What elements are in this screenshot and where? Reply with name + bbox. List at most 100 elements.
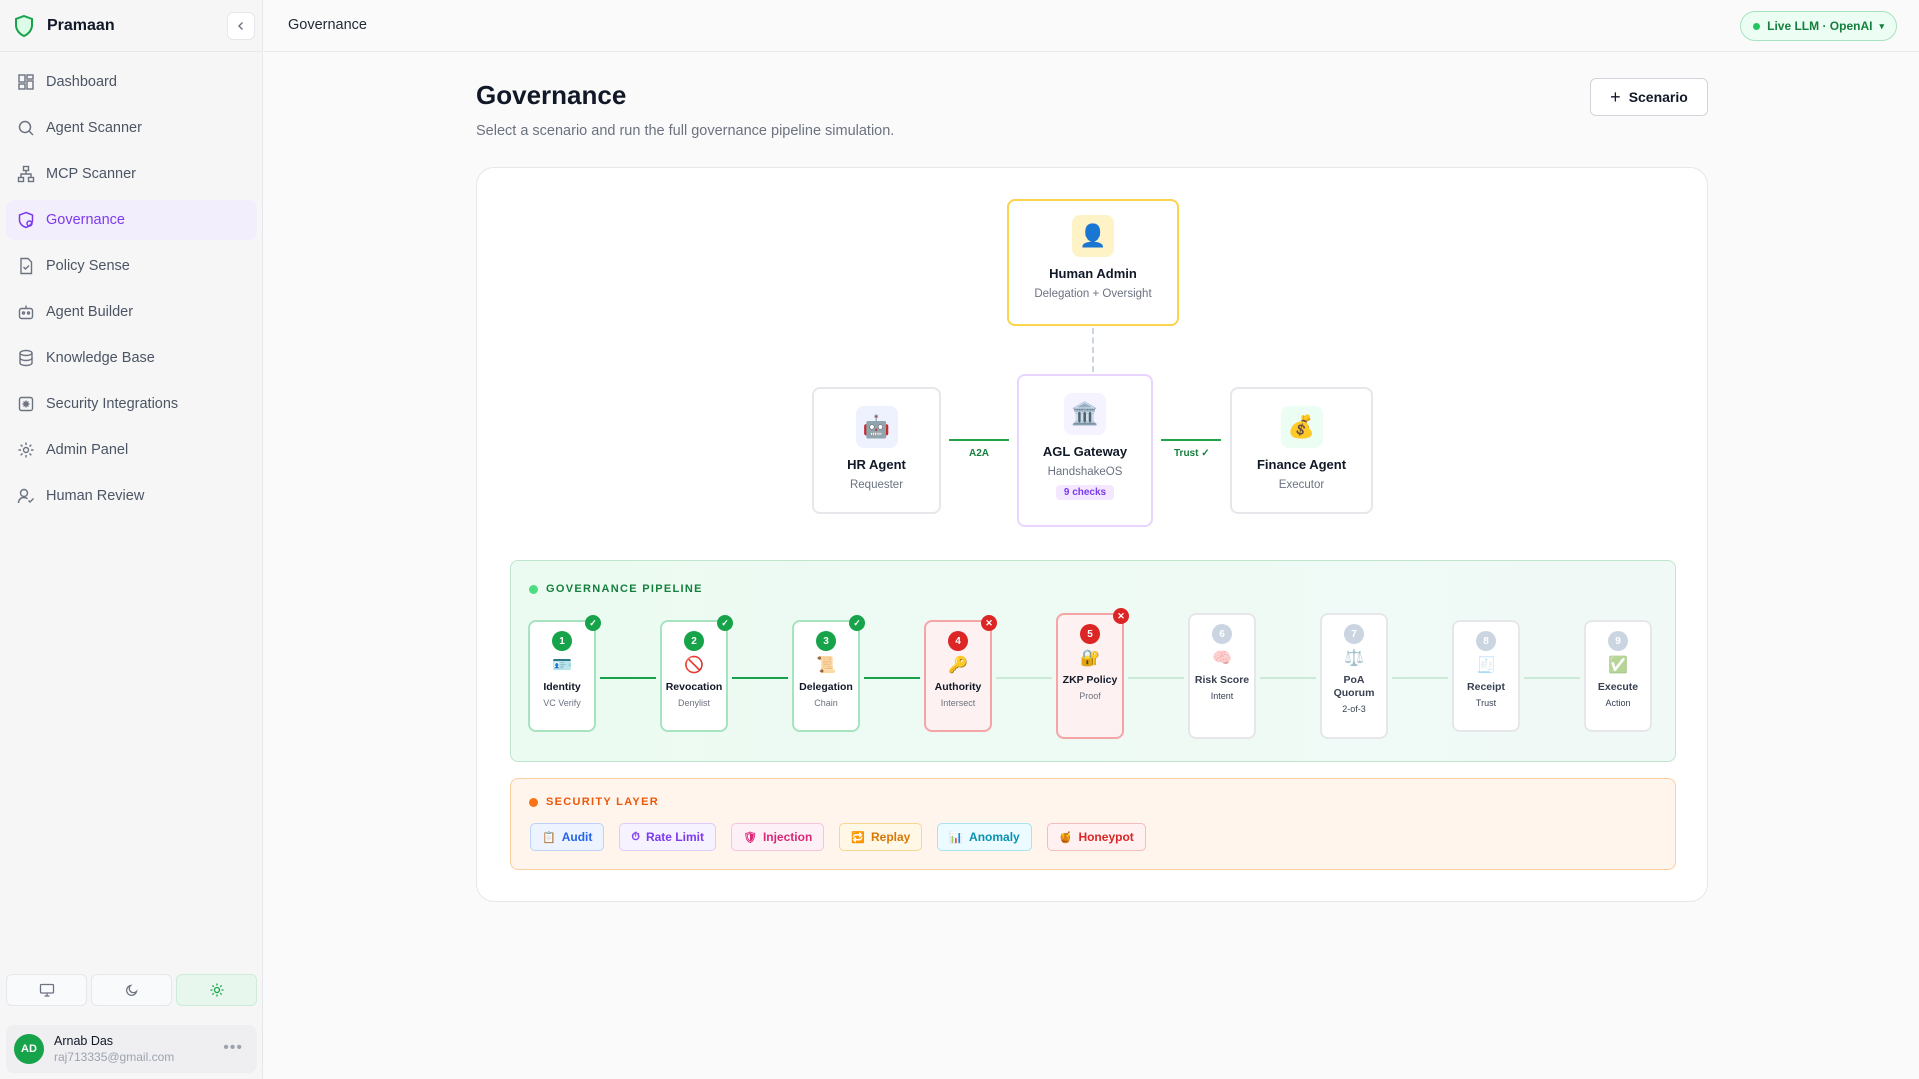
stage-icon: 🚫 bbox=[684, 657, 704, 674]
pipeline-stage-poa-quorum[interactable]: 7 ⚖️ PoA Quorum 2-of-3 bbox=[1320, 613, 1388, 739]
puzzle-icon bbox=[18, 396, 34, 412]
sidebar-nav: Dashboard Agent Scanner MCP Scanner Gove… bbox=[6, 62, 257, 522]
oversight-connector bbox=[1092, 328, 1094, 372]
stage-subtitle: Proof bbox=[1079, 691, 1101, 701]
database-icon bbox=[19, 349, 33, 367]
node-name: HR Agent bbox=[847, 457, 906, 472]
breadcrumb: Governance bbox=[288, 17, 367, 33]
sidebar-item-agent-scanner[interactable]: Agent Scanner bbox=[6, 108, 257, 148]
collapse-sidebar-button[interactable] bbox=[227, 12, 255, 40]
sidebar-item-label: Agent Builder bbox=[46, 304, 134, 320]
pipeline-stage-delegation[interactable]: 3 📜 Delegation Chain ✓ bbox=[792, 615, 865, 732]
node-role: Executor bbox=[1278, 479, 1325, 491]
security-chip-replay[interactable]: 🔁 Replay bbox=[839, 823, 923, 851]
security-chips: 📋 Audit ⏱ Rate Limit 🛡 Injection 🔁 Replay 📊 Anoma… bbox=[530, 823, 1146, 851]
pipeline-stage-zkp-policy[interactable]: 5 🔐 ZKP Policy Proof ✕ bbox=[1056, 608, 1129, 739]
node-role: Requester bbox=[849, 479, 904, 491]
sidebar-item-knowledge-base[interactable]: Knowledge Base bbox=[6, 338, 257, 378]
theme-light-button[interactable] bbox=[176, 974, 257, 1006]
sidebar-item-dashboard[interactable]: Dashboard bbox=[6, 62, 257, 102]
stage-subtitle: VC Verify bbox=[543, 698, 581, 708]
stage-name: Execute bbox=[1597, 681, 1639, 693]
theme-system-button[interactable] bbox=[6, 974, 87, 1006]
pipeline-stage-identity[interactable]: 1 🪪 Identity VC Verify ✓ bbox=[528, 615, 601, 732]
sidebar: Pramaan Dashboard Agent Scanner MCP Scan… bbox=[0, 0, 263, 1079]
chip-label: Audit bbox=[561, 830, 593, 844]
add-scenario-label: Scenario bbox=[1628, 89, 1688, 105]
sidebar-item-human-review[interactable]: Human Review bbox=[6, 476, 257, 516]
a2a-edge bbox=[949, 439, 1009, 441]
stage-name: Revocation bbox=[665, 681, 723, 693]
document-check-icon bbox=[20, 257, 33, 275]
security-chip-audit[interactable]: 📋 Audit bbox=[530, 823, 605, 851]
stage-number: 5 bbox=[1080, 624, 1100, 644]
finance-agent-node[interactable]: 💰 Finance Agent Executor bbox=[1230, 387, 1373, 514]
theme-dark-button[interactable] bbox=[91, 974, 172, 1006]
llm-provider-selector[interactable]: Live LLM · OpenAI ▾ bbox=[1740, 11, 1897, 41]
sidebar-item-governance[interactable]: Governance bbox=[6, 200, 257, 240]
user-name: Arnab Das bbox=[54, 1034, 114, 1048]
stage-name: ZKP Policy bbox=[1062, 674, 1118, 686]
sidebar-item-mcp-scanner[interactable]: MCP Scanner bbox=[6, 154, 257, 194]
pipeline-stage-revocation[interactable]: 2 🚫 Revocation Denylist ✓ bbox=[660, 615, 733, 732]
chip-label: Rate Limit bbox=[645, 830, 704, 844]
add-scenario-button[interactable]: + Scenario bbox=[1590, 78, 1708, 116]
stage-connector bbox=[1524, 677, 1580, 679]
sidebar-item-label: Admin Panel bbox=[46, 442, 129, 458]
human-admin-node[interactable]: 👤 Human Admin Delegation + Oversight bbox=[1007, 199, 1179, 326]
fail-badge-icon: ✕ bbox=[981, 615, 997, 631]
stage-connector bbox=[864, 677, 920, 679]
checks-badge: 9 checks bbox=[1055, 485, 1115, 500]
security-title: SECURITY LAYER bbox=[546, 796, 659, 808]
pipeline-stage-execute[interactable]: 9 ✅ Execute Action bbox=[1584, 620, 1652, 732]
bank-icon: 🏛️ bbox=[1064, 393, 1106, 435]
stage-name: Authority bbox=[934, 681, 982, 693]
sidebar-item-label: Policy Sense bbox=[46, 258, 130, 274]
sidebar-item-label: MCP Scanner bbox=[46, 166, 136, 182]
bot-icon bbox=[18, 305, 34, 320]
sidebar-item-label: Dashboard bbox=[46, 74, 117, 90]
node-name: AGL Gateway bbox=[1042, 444, 1128, 459]
sidebar-item-label: Security Integrations bbox=[46, 396, 179, 412]
user-check-icon bbox=[17, 488, 34, 504]
pipeline-stage-risk-score[interactable]: 6 🧠 Risk Score Intent bbox=[1188, 613, 1256, 739]
stage-number: 2 bbox=[684, 631, 704, 651]
chevron-down-icon: ▾ bbox=[1879, 20, 1884, 31]
governance-canvas: 👤 Human Admin Delegation + Oversight 🤖 H… bbox=[476, 167, 1708, 902]
security-chip-anomaly[interactable]: 📊 Anomaly bbox=[937, 823, 1032, 851]
security-chip-rate-limit[interactable]: ⏱ Rate Limit bbox=[619, 823, 716, 851]
check-badge-icon: ✓ bbox=[717, 615, 733, 631]
node-role: Delegation + Oversight bbox=[1034, 288, 1152, 300]
pipeline-stage-receipt[interactable]: 8 🧾 Receipt Trust bbox=[1452, 620, 1520, 732]
stage-subtitle: Denylist bbox=[677, 698, 710, 708]
hr-agent-node[interactable]: 🤖 HR Agent Requester bbox=[812, 387, 941, 514]
stage-number: 9 bbox=[1608, 631, 1628, 651]
search-icon bbox=[18, 120, 34, 136]
shield-logo-icon bbox=[14, 14, 34, 37]
check-badge-icon: ✓ bbox=[585, 615, 601, 631]
sidebar-item-admin-panel[interactable]: Admin Panel bbox=[6, 430, 257, 470]
security-heading: SECURITY LAYER bbox=[529, 796, 659, 808]
stage-number: 3 bbox=[816, 631, 836, 651]
sidebar-item-policy-sense[interactable]: Policy Sense bbox=[6, 246, 257, 286]
stage-subtitle: Intersect bbox=[940, 698, 976, 708]
user-card[interactable]: AD Arnab Das raj713335@gmail.com ••• bbox=[6, 1025, 257, 1073]
more-options-icon[interactable]: ••• bbox=[223, 1039, 243, 1057]
security-chip-injection[interactable]: 🛡 Injection bbox=[730, 823, 825, 851]
stage-subtitle: Trust bbox=[1475, 698, 1497, 708]
security-chip-honeypot[interactable]: 🍯 Honeypot bbox=[1046, 823, 1146, 851]
sidebar-item-agent-builder[interactable]: Agent Builder bbox=[6, 292, 257, 332]
chip-icon: ⏱ bbox=[631, 830, 640, 843]
brand-header: Pramaan bbox=[0, 0, 263, 52]
page-title: Governance bbox=[476, 80, 627, 110]
chip-label: Injection bbox=[762, 830, 813, 844]
agl-gateway-node[interactable]: 🏛️ AGL Gateway HandshakeOS 9 checks bbox=[1017, 374, 1153, 527]
chip-label: Honeypot bbox=[1078, 830, 1134, 844]
fail-badge-icon: ✕ bbox=[1113, 608, 1129, 624]
stage-icon: 📜 bbox=[816, 657, 836, 674]
sidebar-item-security-integrations[interactable]: Security Integrations bbox=[6, 384, 257, 424]
node-name: Human Admin bbox=[1049, 266, 1137, 281]
user-email: raj713335@gmail.com bbox=[54, 1050, 175, 1064]
pipeline-stage-authority[interactable]: 4 🔑 Authority Intersect ✕ bbox=[924, 615, 997, 732]
money-bag-icon: 💰 bbox=[1280, 406, 1323, 448]
